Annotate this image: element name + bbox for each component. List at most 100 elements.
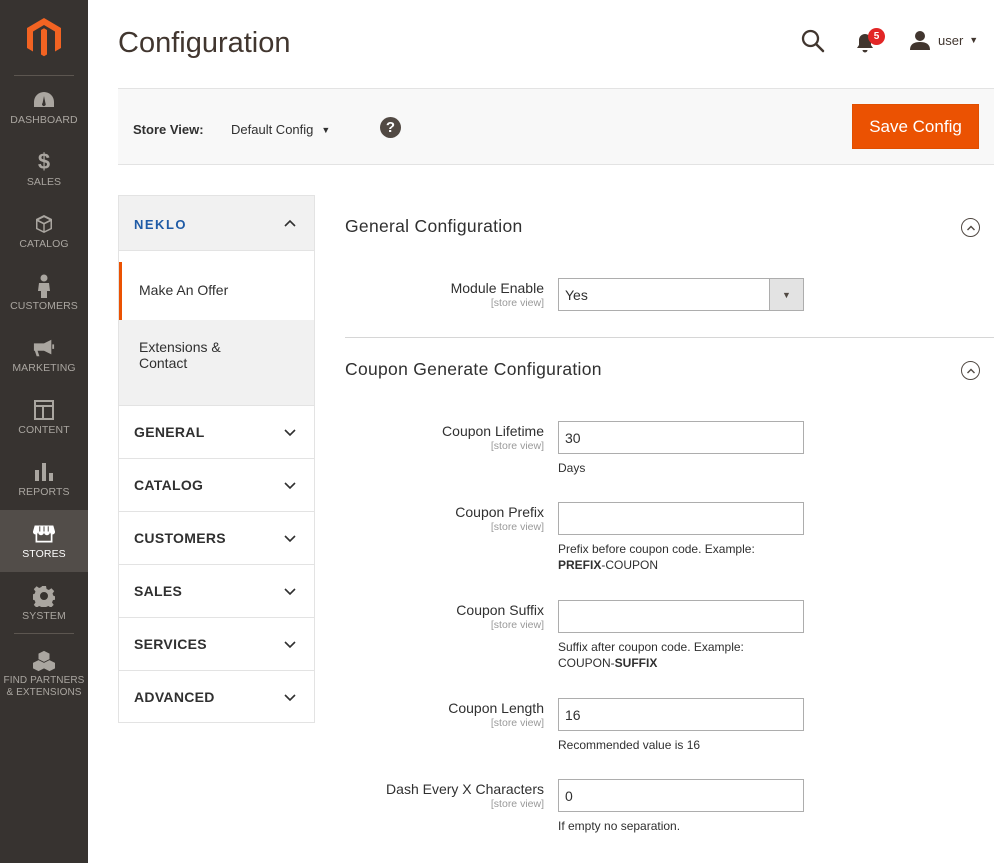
nav-item-stores[interactable]: STORES: [0, 510, 88, 572]
chevron-down-icon: [284, 482, 296, 490]
store-view-switcher[interactable]: Default Config ▼: [231, 122, 330, 137]
coupon-prefix-input[interactable]: [558, 502, 804, 535]
tab-group-advanced[interactable]: ADVANCED: [119, 670, 314, 723]
dashboard-icon: [33, 89, 55, 111]
tab-group-customers[interactable]: CUSTOMERS: [119, 511, 314, 564]
coupon-suffix-input[interactable]: [558, 600, 804, 633]
tab-group-general[interactable]: GENERAL: [119, 405, 314, 458]
search-icon: [801, 29, 825, 53]
module-enable-scope: [store view]: [490, 297, 544, 309]
tab-group-label: CATALOG: [134, 477, 204, 493]
nav-label: CONTENT: [18, 423, 70, 436]
coupon-length-scope: [store view]: [490, 717, 544, 729]
user-icon: [910, 31, 930, 50]
module-enable-value: Yes: [565, 287, 588, 303]
chevron-up-icon: [966, 225, 975, 230]
nav-label: SALES: [26, 175, 62, 188]
nav-item-customers[interactable]: CUSTOMERS: [0, 262, 88, 324]
coupon-prefix-scope: [store view]: [490, 521, 544, 533]
admin-sidebar: DASHBOARD $ SALES CATALOG CUSTOMERS MARK…: [0, 0, 88, 863]
dollar-icon: $: [37, 148, 51, 174]
dash-every-input[interactable]: 0: [558, 779, 804, 812]
coupon-prefix-label: Coupon Prefix: [455, 504, 544, 520]
tab-label: Make An Offer: [139, 282, 229, 298]
person-icon: [33, 274, 55, 298]
layout-icon: [33, 399, 55, 421]
tab-make-an-offer[interactable]: Make An Offer: [119, 262, 314, 320]
coupon-suffix-example: COUPON-SUFFIX: [558, 655, 744, 671]
module-enable-select[interactable]: Yes ▼: [558, 278, 804, 311]
gear-icon: [33, 585, 55, 607]
dash-every-label: Dash Every X Characters: [386, 781, 544, 797]
nav-divider: [14, 633, 74, 634]
nav-label: MARKETING: [12, 361, 76, 374]
coupon-lifetime-input[interactable]: 30: [558, 421, 804, 454]
nav-item-marketing[interactable]: MARKETING: [0, 324, 88, 386]
page-title: Configuration: [118, 27, 291, 59]
dash-every-note: If empty no separation.: [558, 819, 681, 833]
tab-group-label: SERVICES: [134, 636, 207, 652]
nav-label: SYSTEM: [22, 609, 66, 622]
coupon-prefix-note-text: Prefix before coupon code. Example:: [558, 542, 755, 556]
chevron-down-icon: [284, 641, 296, 649]
bar-chart-icon: [33, 461, 55, 483]
tab-group-label: CUSTOMERS: [134, 530, 226, 546]
user-account-menu[interactable]: user ▼: [910, 28, 978, 52]
nav-item-reports[interactable]: REPORTS: [0, 448, 88, 510]
nav-label: DASHBOARD: [10, 113, 78, 126]
tab-group-services[interactable]: SERVICES: [119, 617, 314, 670]
user-name: user: [938, 32, 964, 48]
tab-label: Extensions & Contact: [139, 339, 221, 371]
store-view-label: Store View:: [133, 122, 204, 137]
coupon-length-input[interactable]: 16: [558, 698, 804, 731]
nav-item-sales[interactable]: $ SALES: [0, 138, 88, 200]
section-title-coupon[interactable]: Coupon Generate Configuration: [345, 359, 602, 380]
caret-down-icon: ▼: [769, 279, 803, 310]
tab-group-label: GENERAL: [134, 424, 205, 440]
chevron-down-icon: [284, 535, 296, 543]
tab-group-sales[interactable]: SALES: [119, 564, 314, 617]
tab-group-label: ADVANCED: [134, 689, 215, 705]
coupon-lifetime-label: Coupon Lifetime: [442, 423, 544, 439]
nav-label: CATALOG: [19, 237, 69, 250]
section-title-general[interactable]: General Configuration: [345, 216, 523, 237]
tab-group-catalog[interactable]: CATALOG: [119, 458, 314, 511]
tab-group-label: SALES: [134, 583, 183, 599]
collapse-general-button[interactable]: [961, 218, 980, 237]
notifications-button[interactable]: 5: [855, 28, 889, 56]
tab-group-neklo[interactable]: NEKLO: [119, 196, 314, 251]
chevron-down-icon: [284, 429, 296, 437]
coupon-length-label: Coupon Length: [448, 700, 544, 716]
coupon-prefix-example-rest: -COUPON: [601, 558, 659, 572]
coupon-length-note: Recommended value is 16: [558, 738, 701, 752]
nav-item-catalog[interactable]: CATALOG: [0, 200, 88, 262]
coupon-suffix-example-bold: SUFFIX: [614, 656, 658, 670]
save-config-button[interactable]: Save Config: [852, 104, 979, 149]
tab-extensions-contact[interactable]: Extensions & Contact: [119, 320, 314, 405]
help-icon[interactable]: ?: [380, 117, 401, 138]
store-icon: [33, 523, 55, 545]
caret-down-icon: ▼: [969, 35, 979, 45]
collapse-coupon-button[interactable]: [961, 361, 980, 380]
nav-item-find-partners[interactable]: FIND PARTNERS & EXTENSIONS: [0, 640, 88, 708]
store-view-value: Default Config: [231, 122, 314, 137]
nav-item-dashboard[interactable]: DASHBOARD: [0, 76, 88, 138]
magento-logo[interactable]: [0, 0, 88, 75]
nav-item-content[interactable]: CONTENT: [0, 386, 88, 448]
chevron-down-icon: [284, 588, 296, 596]
coupon-prefix-note: Prefix before coupon code. Example: PREF…: [558, 541, 755, 573]
nav-item-system[interactable]: SYSTEM: [0, 572, 88, 634]
coupon-suffix-scope: [store view]: [490, 619, 544, 631]
box-icon: [33, 213, 55, 235]
caret-down-icon: ▼: [321, 124, 331, 135]
nav-label: REPORTS: [18, 485, 70, 498]
coupon-suffix-note-text: Suffix after coupon code. Example:: [558, 640, 744, 654]
cubes-icon: [33, 650, 55, 672]
coupon-suffix-label: Coupon Suffix: [456, 602, 544, 618]
nav-label: FIND PARTNERS & EXTENSIONS: [3, 674, 85, 698]
coupon-suffix-example-rest: COUPON-: [558, 656, 615, 670]
nav-label: STORES: [22, 547, 66, 560]
coupon-lifetime-note: Days: [558, 461, 586, 475]
search-button[interactable]: [800, 28, 826, 54]
chevron-up-icon: [966, 368, 975, 373]
